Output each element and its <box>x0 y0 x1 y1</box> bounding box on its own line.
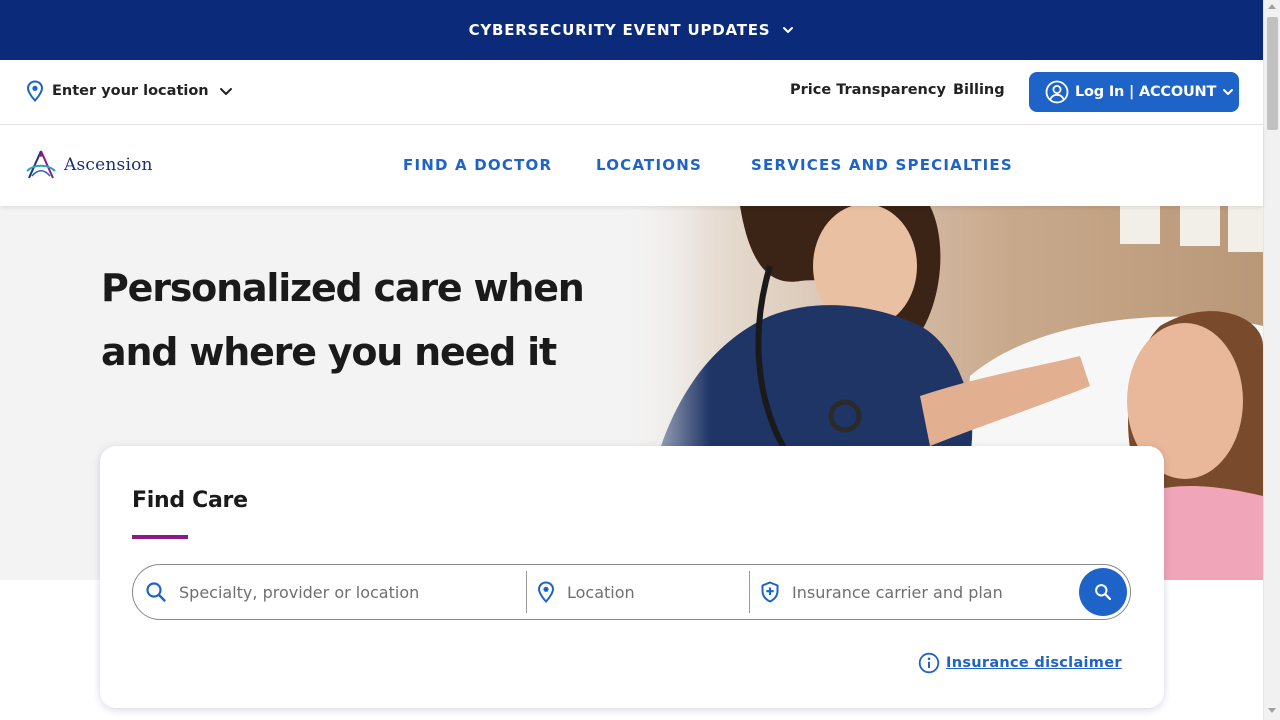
info-icon <box>918 652 940 674</box>
location-picker[interactable]: Enter your location <box>26 80 233 102</box>
logo-wordmark: Ascension <box>64 155 153 175</box>
shield-plus-icon <box>760 581 780 603</box>
login-account-button[interactable]: Log In | ACCOUNT <box>1029 72 1239 112</box>
map-pin-icon <box>537 581 555 603</box>
user-circle-icon <box>1045 80 1069 104</box>
title-accent-bar <box>132 535 188 539</box>
login-button-label: Log In | ACCOUNT <box>1075 84 1217 100</box>
chevron-down-icon <box>219 87 233 96</box>
scroll-down-arrow[interactable] <box>1268 708 1276 713</box>
billing-link[interactable]: Billing <box>953 82 1005 98</box>
insurance-disclaimer-label: Insurance disclaimer <box>946 655 1122 671</box>
price-transparency-link[interactable]: Price Transparency <box>790 82 946 98</box>
location-picker-label: Enter your location <box>52 83 209 99</box>
find-care-search-bar <box>132 564 1131 620</box>
page-scrollbar[interactable] <box>1263 0 1280 720</box>
utility-bar: Enter your location Price Transparency B… <box>0 60 1263 125</box>
location-field <box>537 565 747 619</box>
chevron-down-icon <box>782 26 794 34</box>
specialty-input[interactable] <box>179 577 509 607</box>
hero-title: Personalized care when and where you nee… <box>101 266 585 374</box>
scroll-thumb[interactable] <box>1267 17 1278 130</box>
ascension-logo-icon <box>24 149 58 181</box>
nav-find-a-doctor[interactable]: FIND A DOCTOR <box>403 156 552 174</box>
search-submit-button[interactable] <box>1079 568 1127 616</box>
find-care-title: Find Care <box>132 488 248 513</box>
nav-services-and-specialties[interactable]: SERVICES AND SPECIALTIES <box>751 156 1013 174</box>
ascension-logo[interactable]: Ascension <box>24 149 153 181</box>
cybersecurity-banner[interactable]: CYBERSECURITY EVENT UPDATES <box>0 0 1263 60</box>
nav-locations[interactable]: LOCATIONS <box>596 156 702 174</box>
scroll-up-arrow[interactable] <box>1268 4 1276 9</box>
chevron-down-icon <box>1222 88 1234 96</box>
location-input[interactable] <box>567 577 737 607</box>
main-navigation: Ascension FIND A DOCTOR LOCATIONS SERVIC… <box>0 125 1263 206</box>
insurance-input[interactable] <box>792 577 1062 607</box>
map-pin-icon <box>26 80 44 102</box>
banner-label: CYBERSECURITY EVENT UPDATES <box>468 21 771 39</box>
search-icon <box>1094 583 1112 601</box>
search-icon <box>145 581 167 603</box>
find-care-card: Find Care Specialty, provider or locatio… <box>100 446 1164 708</box>
insurance-field <box>760 565 1070 619</box>
insurance-disclaimer-link[interactable]: Insurance disclaimer <box>918 652 1122 674</box>
field-divider <box>526 571 527 613</box>
field-divider <box>749 571 750 613</box>
specialty-field <box>145 565 525 619</box>
